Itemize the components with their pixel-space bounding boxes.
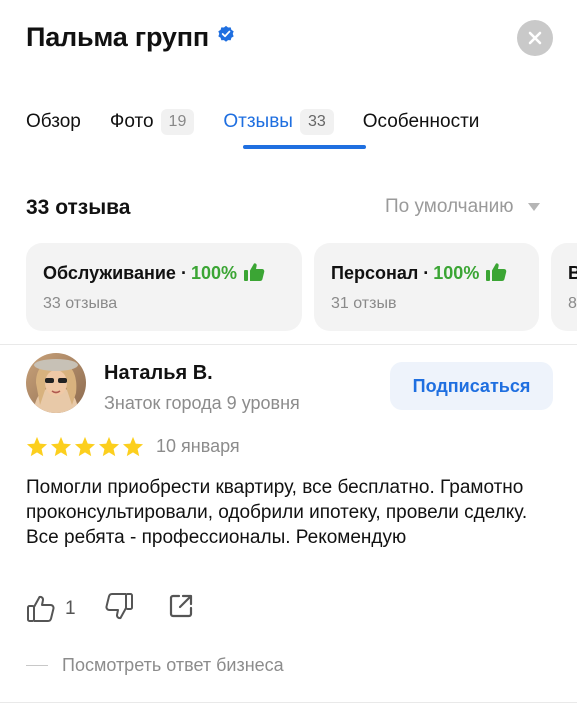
- aspect-reviews-count: 31 отзыв: [331, 295, 397, 312]
- tab-label: Обзор: [26, 111, 81, 132]
- thumbs-down-outline-icon: [105, 593, 133, 620]
- star-icon: [98, 436, 120, 457]
- review-date: 10 января: [156, 436, 240, 456]
- aspect-reviews-count: 8: [568, 295, 577, 312]
- avatar-image: [26, 353, 86, 413]
- review-actions: 1: [26, 591, 194, 626]
- tab-label: Особенности: [362, 111, 480, 132]
- subscribe-button[interactable]: Подписаться: [390, 362, 553, 410]
- share-button[interactable]: [168, 593, 194, 624]
- dash-divider: [26, 665, 48, 666]
- tab-count-badge: 19: [160, 109, 195, 135]
- business-reply-link[interactable]: Посмотреть ответ бизнеса: [26, 655, 284, 676]
- tab-reviews[interactable]: Отзывы 33: [223, 106, 334, 138]
- dislike-button[interactable]: [104, 591, 134, 626]
- tab-features[interactable]: Особенности: [363, 106, 480, 138]
- header: Пальма групп: [26, 22, 235, 53]
- aspect-cards: Обслуживание · 100% 33 отзыва Персонал ·…: [26, 243, 577, 331]
- business-reply-label: Посмотреть ответ бизнеса: [62, 655, 284, 675]
- star-icon: [26, 436, 48, 457]
- chevron-down-icon: [527, 203, 540, 211]
- like-button[interactable]: 1: [26, 594, 76, 624]
- tab-overview[interactable]: Обзор: [26, 106, 81, 138]
- review-author-name[interactable]: Наталья В.: [104, 362, 213, 385]
- tab-count-badge: 33: [299, 109, 334, 135]
- aspect-name: Обслуживание: [43, 263, 176, 283]
- thumbs-up-outline-icon: [27, 595, 55, 622]
- close-icon: [528, 31, 542, 45]
- tab-label: Фото: [109, 111, 154, 132]
- close-button[interactable]: [517, 20, 553, 56]
- review-text: Помогли приобрести квартиру, все бесплат…: [26, 477, 528, 548]
- aspect-card-service[interactable]: Обслуживание · 100% 33 отзыва: [26, 243, 302, 331]
- tab-photos[interactable]: Фото 19: [109, 106, 195, 138]
- reviews-count-heading: 33 отзыва: [26, 196, 131, 219]
- tab-bar: Обзор Фото 19 Отзывы 33 Особенности: [26, 106, 508, 138]
- star-icon: [74, 436, 96, 457]
- thumbs-up-icon: [243, 262, 265, 281]
- sort-label: По умолчанию: [385, 196, 514, 217]
- aspect-name: Персонал: [331, 263, 419, 283]
- avatar[interactable]: [26, 353, 86, 413]
- thumbs-up-icon: [486, 262, 507, 281]
- review-author-level: Знаток города 9 уровня: [104, 393, 300, 413]
- aspect-card-staff[interactable]: Персонал · 100% 31 отзыв: [314, 243, 539, 331]
- rating-stars: 10 января: [26, 436, 240, 457]
- aspect-percent: 100%: [190, 263, 237, 283]
- tab-label: Отзывы: [223, 111, 293, 132]
- verified-check-icon: [218, 25, 234, 42]
- aspect-reviews-count: 33 отзыва: [43, 295, 118, 312]
- active-tab-indicator: [243, 145, 366, 149]
- aspect-percent: 100%: [433, 263, 480, 283]
- share-icon: [169, 594, 192, 618]
- sort-dropdown[interactable]: По умолчанию: [385, 196, 540, 218]
- like-count: 1: [65, 597, 76, 619]
- divider: [0, 344, 577, 345]
- star-icon: [50, 436, 72, 457]
- aspect-name: В: [568, 263, 577, 283]
- page-title: Пальма групп: [26, 22, 209, 52]
- aspect-card-partial[interactable]: В 8: [551, 243, 577, 331]
- star-icon: [122, 436, 144, 457]
- divider: [0, 702, 577, 703]
